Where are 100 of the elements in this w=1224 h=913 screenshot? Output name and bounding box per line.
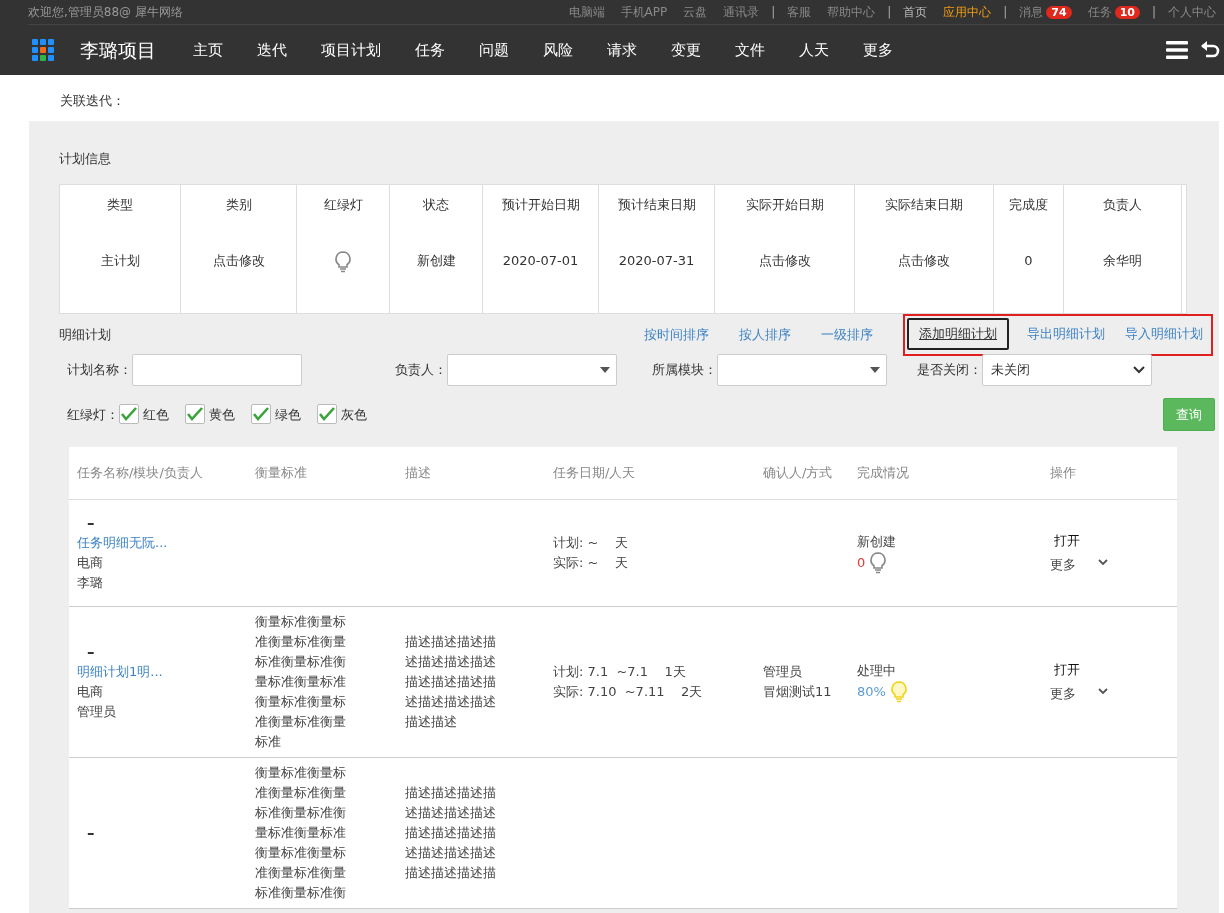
top-link[interactable]: 手机APP bbox=[620, 3, 668, 21]
column-header: 任务名称/模块/负责人 bbox=[77, 465, 203, 480]
plan-date-text: 计划: ~ 天 bbox=[553, 533, 629, 552]
column-header: 负责人 bbox=[1103, 197, 1142, 212]
checkbox[interactable] bbox=[317, 404, 337, 425]
description-text-line: 描述描述描述描 bbox=[405, 823, 497, 842]
menu-icon[interactable] bbox=[1166, 41, 1188, 59]
description-text-line: 述描述描述描述 bbox=[405, 692, 497, 711]
nav-link[interactable]: 任务 bbox=[398, 38, 462, 62]
nav-link[interactable]: 变更 bbox=[654, 38, 718, 62]
checkbox[interactable] bbox=[185, 404, 205, 425]
nav-link[interactable]: 主页 bbox=[176, 38, 240, 62]
measure-text-line: 准衡量标准衡量 bbox=[255, 712, 347, 731]
plan-value: 2020-07-31 bbox=[618, 253, 695, 268]
section-title: 计划信息 bbox=[59, 149, 112, 168]
nav-link[interactable]: 请求 bbox=[590, 38, 654, 62]
checkmark-icon bbox=[121, 407, 137, 422]
open-link[interactable]: 打开 bbox=[1054, 659, 1177, 680]
separator-text: | bbox=[771, 4, 776, 21]
action-link[interactable]: 添加明细计划 bbox=[907, 318, 1009, 350]
text-input-field[interactable] bbox=[132, 353, 302, 386]
module-text: 电商 bbox=[77, 553, 104, 572]
plan-value: 2020-07-01 bbox=[502, 253, 579, 268]
top-link[interactable]: 客服 bbox=[787, 3, 812, 21]
select-field[interactable] bbox=[447, 353, 617, 386]
nav-link[interactable]: 风险 bbox=[526, 38, 590, 62]
chevron-down-icon[interactable] bbox=[1098, 559, 1108, 566]
plan-value: 点击修改 bbox=[898, 253, 950, 268]
task-link[interactable]: 明细计划1明... bbox=[77, 661, 247, 682]
top-link[interactable]: 个人中心 bbox=[1168, 3, 1216, 21]
status-text: 新创建 bbox=[857, 532, 897, 551]
measure-text-line: 标准 bbox=[255, 732, 282, 751]
top-link[interactable]: 首页 bbox=[903, 3, 928, 21]
checkbox-label: 灰色 bbox=[341, 405, 367, 424]
return-arrow-icon[interactable] bbox=[1200, 41, 1220, 59]
description-text-line: 描述描述描述描 bbox=[405, 672, 497, 691]
top-link[interactable]: 云盘 bbox=[683, 3, 708, 21]
description-text-line: 描述描述描述描 bbox=[405, 783, 497, 802]
action-link[interactable]: 导出明细计划 bbox=[1025, 324, 1107, 344]
measure-text-line: 量标准衡量标准 bbox=[255, 823, 347, 842]
sort-link[interactable]: 按人排序 bbox=[739, 325, 791, 345]
caret-icon bbox=[870, 366, 880, 373]
measure-text-line: 量标准衡量标准 bbox=[255, 672, 347, 691]
column-header: 类别 bbox=[225, 197, 252, 212]
confirmer-text: 冒烟测试11 bbox=[763, 682, 833, 701]
nav-link[interactable]: 项目计划 bbox=[304, 38, 398, 62]
separator-text: | bbox=[1151, 4, 1156, 21]
select-value: 未关闭 bbox=[991, 360, 1030, 379]
checkmark-icon bbox=[187, 407, 203, 422]
owner-text: 李璐 bbox=[77, 573, 104, 592]
column-header: 操作 bbox=[1050, 465, 1076, 480]
action-link[interactable]: 导入明细计划 bbox=[1123, 324, 1205, 344]
top-link[interactable]: 消息 74 bbox=[1019, 2, 1072, 22]
grid-icon[interactable] bbox=[32, 39, 54, 61]
open-link[interactable]: 打开 bbox=[1054, 530, 1177, 551]
nav-link[interactable]: 更多 bbox=[846, 38, 910, 62]
select-field[interactable] bbox=[717, 353, 887, 386]
collapse-toggle[interactable]: – bbox=[77, 822, 247, 843]
measure-text-line: 标准衡量标准衡 bbox=[255, 883, 347, 902]
owner-text: 管理员 bbox=[77, 702, 117, 721]
section-title: 明细计划 bbox=[59, 326, 111, 344]
checkbox[interactable] bbox=[119, 404, 139, 425]
top-link[interactable]: 通讯录 bbox=[723, 3, 760, 21]
task-link[interactable]: 任务明细无阮... bbox=[77, 532, 247, 553]
top-link[interactable]: 任务 10 bbox=[1087, 2, 1140, 22]
description-text-line: 述描述描述描述 bbox=[405, 652, 497, 671]
status-text: 处理中 bbox=[857, 661, 897, 680]
collapse-toggle[interactable]: – bbox=[77, 641, 247, 662]
chevron-down-icon bbox=[1133, 365, 1145, 374]
description-text-line: 描述描述 bbox=[405, 712, 458, 731]
nav-link[interactable]: 人天 bbox=[782, 38, 846, 62]
more-link[interactable]: 更多 bbox=[1050, 554, 1076, 575]
nav-link[interactable]: 迭代 bbox=[240, 38, 304, 62]
description-text-line: 描述描述描述描 bbox=[405, 863, 497, 882]
description-text-line: 述描述描述描述 bbox=[405, 803, 497, 822]
description-text-line: 描述描述描述描 bbox=[405, 632, 497, 651]
top-link[interactable]: 帮助中心 bbox=[827, 3, 876, 21]
checkbox[interactable] bbox=[251, 404, 271, 425]
filter-label: 红绿灯： bbox=[67, 405, 119, 424]
actual-date-text: 实际: ~ 天 bbox=[553, 553, 629, 572]
column-header: 实际结束日期 bbox=[885, 197, 963, 212]
top-link[interactable]: 应用中心 bbox=[943, 3, 992, 21]
separator-text: | bbox=[1003, 4, 1008, 21]
more-link[interactable]: 更多 bbox=[1050, 683, 1076, 704]
select-field[interactable]: 未关闭 bbox=[982, 353, 1152, 386]
nav-link[interactable]: 文件 bbox=[718, 38, 782, 62]
column-header: 描述 bbox=[405, 465, 431, 480]
progress-text: 0 bbox=[857, 553, 866, 572]
plan-value: 点击修改 bbox=[758, 253, 811, 268]
sort-link[interactable]: 一级排序 bbox=[821, 325, 873, 345]
column-header: 确认人/方式 bbox=[763, 465, 833, 480]
plan-date-text: 计划: 7.1 ~7.1 1天 bbox=[553, 662, 687, 681]
collapse-toggle[interactable]: – bbox=[77, 512, 247, 533]
count-badge: 10 bbox=[1114, 5, 1140, 19]
sort-link[interactable]: 按时间排序 bbox=[644, 325, 709, 345]
top-link[interactable]: 电脑端 bbox=[568, 3, 605, 21]
measure-text-line: 准衡量标准衡量 bbox=[255, 632, 347, 651]
chevron-down-icon[interactable] bbox=[1098, 688, 1108, 695]
nav-link[interactable]: 问题 bbox=[462, 38, 526, 62]
confirmer-text: 管理员 bbox=[763, 662, 803, 681]
